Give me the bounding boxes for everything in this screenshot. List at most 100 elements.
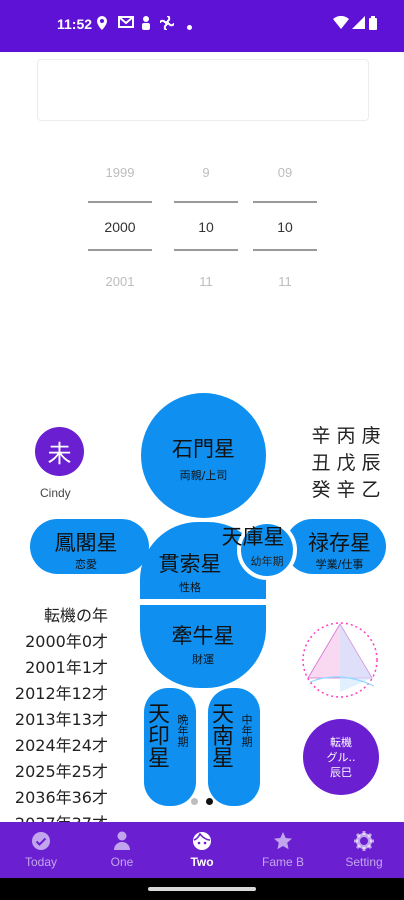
- turning-years-title: 転機の年: [43, 606, 108, 625]
- star-child-sub: 幼年期: [250, 555, 284, 568]
- month-selected[interactable]: 10: [174, 219, 238, 235]
- fab-line-3: 辰巳: [330, 765, 352, 779]
- star-torso-name: 貫索星: [158, 552, 222, 576]
- year-selected[interactable]: 2000: [88, 219, 152, 235]
- signal-icon: [352, 16, 365, 33]
- location-icon: [96, 16, 108, 34]
- stem-cell: 庚: [361, 425, 381, 447]
- month-picker[interactable]: 9 10 11: [174, 155, 238, 295]
- nav-label-one: One: [110, 855, 134, 869]
- torso-divider: [140, 599, 266, 604]
- star-left-arm-name: 鳳閣星: [54, 531, 118, 555]
- nav-item-one[interactable]: One: [82, 822, 162, 878]
- star-leg-right-name: 天南星: [208, 702, 233, 768]
- gmail-icon: [118, 16, 134, 32]
- star-torso-sub: 性格: [179, 581, 201, 594]
- list-item: 2000年0才: [25, 632, 108, 651]
- star-leg-left-name: 天印星: [144, 702, 169, 768]
- page-indicator-dot-1[interactable]: [191, 798, 198, 805]
- day-divider-top: [253, 201, 317, 203]
- month-option-prev[interactable]: 9: [174, 165, 238, 180]
- fab-line-1: 転機: [330, 735, 352, 749]
- star-leg-left-sub: 晩年期: [176, 714, 189, 747]
- star-right-arm[interactable]: 禄存星 学業/仕事: [285, 519, 386, 574]
- name-input[interactable]: [37, 59, 369, 121]
- list-item: 2001年1才: [25, 658, 108, 677]
- nav-label-fame-b: Fame B: [261, 855, 304, 869]
- notification-dot-icon: [187, 19, 192, 34]
- list-item: 2012年12才: [14, 684, 108, 703]
- person-icon: [112, 831, 132, 851]
- day-option-next[interactable]: 11: [253, 274, 317, 289]
- star-right-arm-name: 禄存星: [308, 531, 371, 555]
- status-bar: 11:52: [0, 0, 404, 52]
- star-belly-name: 牽牛星: [171, 624, 235, 648]
- nav-label-setting: Setting: [345, 855, 383, 869]
- month-divider-bottom: [174, 249, 238, 251]
- nav-item-setting[interactable]: Setting: [324, 822, 404, 878]
- list-item: 2025年25才: [14, 762, 108, 781]
- turning-group-button[interactable]: 転機 グル.. 辰巳: [303, 719, 379, 795]
- stem-cell: 乙: [361, 479, 381, 501]
- year-picker[interactable]: 1999 2000 2001: [88, 155, 152, 295]
- nav-label-two: Two: [190, 855, 214, 869]
- year-option-prev[interactable]: 1999: [88, 165, 152, 180]
- year-divider-top: [88, 201, 152, 203]
- bottom-navigation: Today One Two Fame B Setting: [0, 822, 404, 878]
- status-time: 11:52: [57, 16, 93, 32]
- home-gesture-handle[interactable]: [148, 887, 256, 891]
- nav-item-today[interactable]: Today: [1, 822, 81, 878]
- star-left-arm[interactable]: 鳳閣星 恋愛: [30, 519, 149, 574]
- stem-cell: 癸: [311, 479, 331, 501]
- stem-column-1: 辛 丑 癸: [310, 423, 332, 504]
- stem-cell: 丙: [336, 425, 356, 447]
- list-item: 2013年13才: [14, 710, 108, 729]
- star-right-arm-sub: 学業/仕事: [315, 558, 364, 571]
- battery-icon: [369, 16, 377, 34]
- list-item: 2024年24才: [14, 736, 108, 755]
- year-option-next[interactable]: 2001: [88, 274, 152, 289]
- stem-cell: 辰: [361, 452, 381, 474]
- stem-cell: 戊: [336, 452, 356, 474]
- nav-item-two[interactable]: Two: [162, 822, 242, 878]
- fan-icon: [159, 15, 175, 34]
- profile-name: Cindy: [40, 486, 71, 500]
- turning-years-list: 転機の年 2000年0才 2001年1才 2012年12才 2013年13才 2…: [0, 603, 112, 823]
- star-left-arm-sub: 恋愛: [75, 558, 97, 571]
- month-option-next[interactable]: 11: [174, 274, 238, 289]
- star-child-name: 天庫星: [221, 525, 285, 549]
- stem-cell: 丑: [311, 452, 331, 474]
- day-divider-bottom: [253, 249, 317, 251]
- wifi-icon: [333, 15, 349, 33]
- gear-icon: [354, 831, 374, 851]
- nav-label-today: Today: [24, 855, 58, 869]
- list-item: 2036年36才: [14, 788, 108, 807]
- day-selected[interactable]: 10: [253, 219, 317, 235]
- stem-column-2: 丙 戊 辛: [335, 423, 357, 504]
- star-leg-right[interactable]: 天南星 中年期: [208, 688, 260, 806]
- star-belly[interactable]: 牽牛星 財運: [140, 605, 266, 688]
- person-status-icon: [141, 16, 151, 34]
- month-divider-top: [174, 201, 238, 203]
- page-indicator-dot-2[interactable]: [206, 798, 213, 805]
- fab-line-2: グル..: [326, 750, 356, 764]
- star-belly-sub: 財運: [192, 653, 214, 666]
- day-picker[interactable]: 09 10 11: [253, 155, 317, 295]
- star-leg-left[interactable]: 天印星 晩年期: [144, 688, 196, 806]
- stem-column-3: 庚 辰 乙: [360, 423, 382, 504]
- check-circle-icon: [31, 831, 51, 851]
- year-divider-bottom: [88, 249, 152, 251]
- star-head-name: 石門星: [172, 437, 235, 461]
- clock-dial-icon[interactable]: [300, 620, 380, 700]
- star-head[interactable]: 石門星 両親/上司: [141, 393, 266, 518]
- stem-cell: 辛: [336, 479, 356, 501]
- nav-item-fame-b[interactable]: Fame B: [243, 822, 323, 878]
- star-head-sub: 両親/上司: [179, 469, 228, 482]
- stem-cell: 辛: [311, 425, 331, 447]
- stem-grid: 辛 丑 癸 丙 戊 辛 庚 辰 乙: [310, 423, 382, 507]
- star-leg-right-sub: 中年期: [240, 714, 253, 747]
- face-icon: [192, 831, 212, 851]
- day-option-prev[interactable]: 09: [253, 165, 317, 180]
- zodiac-avatar[interactable]: 未: [35, 427, 84, 476]
- star-icon: [273, 831, 293, 851]
